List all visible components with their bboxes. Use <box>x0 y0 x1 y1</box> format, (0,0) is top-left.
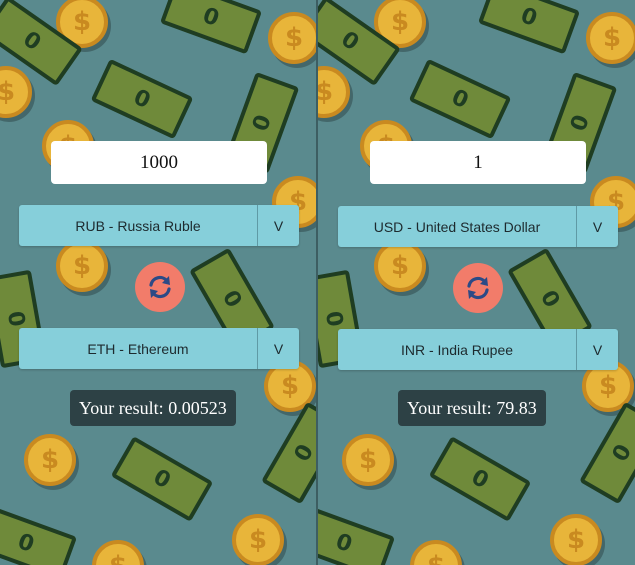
amount-input[interactable] <box>370 141 586 184</box>
converter-panel-left: $ 0 0 $ $ 0 0 $ $ $ 0 0 $ $ 0 0 $ $ 0 RU… <box>0 0 316 565</box>
from-currency-select[interactable]: RUB - Russia Ruble V <box>19 205 299 246</box>
result-value: 79.83 <box>496 397 537 418</box>
result-value: 0.00523 <box>168 397 227 418</box>
converter-form: RUB - Russia Ruble V ETH - Ethereum V Yo… <box>0 0 316 565</box>
chevron-down-icon[interactable]: V <box>576 329 618 370</box>
chevron-down-icon[interactable]: V <box>576 206 618 247</box>
from-currency-label: USD - United States Dollar <box>373 218 541 235</box>
result-label: Your result: <box>79 397 164 418</box>
result-display: Your result: 79.83 <box>398 390 546 426</box>
swap-currencies-button[interactable] <box>453 263 503 313</box>
to-currency-label: INR - India Rupee <box>400 341 514 358</box>
swap-arrows-icon <box>149 275 171 299</box>
to-currency-label: ETH - Ethereum <box>87 340 189 357</box>
from-currency-select[interactable]: USD - United States Dollar V <box>338 206 618 247</box>
result-label: Your result: <box>407 397 492 418</box>
chevron-down-icon[interactable]: V <box>257 205 299 246</box>
converter-panel-right: $ 0 0 $ $ 0 0 $ $ $ 0 0 $ $ 0 0 $ $ 0 US… <box>318 0 635 565</box>
to-currency-select[interactable]: INR - India Rupee V <box>338 329 618 370</box>
chevron-down-icon[interactable]: V <box>257 328 299 369</box>
converter-form: USD - United States Dollar V INR - India… <box>318 0 635 565</box>
amount-input[interactable] <box>51 141 267 184</box>
from-currency-label: RUB - Russia Ruble <box>75 217 201 234</box>
result-display: Your result: 0.00523 <box>70 390 236 426</box>
to-currency-select[interactable]: ETH - Ethereum V <box>19 328 299 369</box>
swap-currencies-button[interactable] <box>135 262 185 312</box>
swap-arrows-icon <box>467 276 489 300</box>
